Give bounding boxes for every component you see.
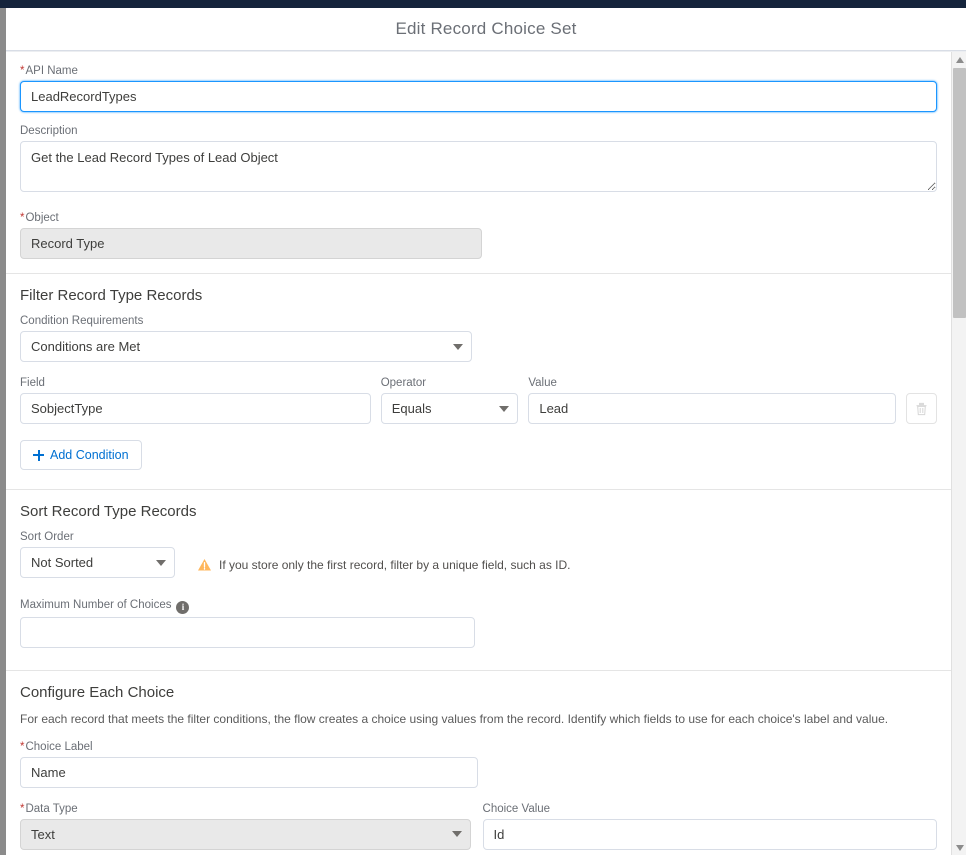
filter-value-label: Value	[528, 377, 557, 389]
description-label: Description	[20, 125, 78, 137]
required-marker: *	[20, 212, 25, 224]
filter-condition-row: Field Operator Equals Value	[20, 376, 938, 424]
object-label: *Object	[20, 212, 59, 224]
modal-body: *API Name Description Get the Lead Recor…	[6, 51, 966, 855]
required-marker: *	[20, 65, 25, 77]
sort-warning: If you store only the first record, filt…	[197, 558, 571, 578]
data-type-value: Text	[20, 818, 471, 850]
scrollbar-thumb[interactable]	[953, 68, 966, 318]
sort-warning-text: If you store only the first record, filt…	[219, 558, 571, 572]
sort-order-select[interactable]: Not Sorted	[20, 547, 175, 578]
warning-triangle-icon	[198, 559, 211, 571]
configure-section-description: For each record that meets the filter co…	[20, 711, 889, 726]
scroll-content: *API Name Description Get the Lead Recor…	[6, 52, 951, 855]
configure-section-title: Configure Each Choice	[20, 683, 175, 701]
filter-operator-select[interactable]: Equals	[380, 393, 519, 424]
description-block: Description Get the Lead Record Types of…	[6, 120, 951, 205]
filter-value-input[interactable]	[528, 393, 897, 424]
data-type-row: *Data Type Text Choice Value	[20, 802, 937, 850]
required-marker: *	[20, 802, 25, 815]
vertical-scrollbar[interactable]	[951, 52, 966, 855]
window-chrome-bar	[0, 0, 966, 8]
scroll-up-button[interactable]	[952, 52, 966, 67]
add-condition-button[interactable]: Add Condition	[20, 440, 142, 470]
condition-requirements-select[interactable]: Conditions are Met	[20, 331, 472, 362]
filter-section-title: Filter Record Type Records	[20, 287, 203, 304]
sort-section-title: Sort Record Type Records	[20, 503, 197, 520]
description-textarea[interactable]: Get the Lead Record Types of Lead Object	[20, 141, 937, 192]
api-name-label: *API Name	[20, 65, 78, 77]
configure-section: Configure Each Choice For each record th…	[6, 671, 951, 855]
max-choices-input[interactable]	[20, 616, 475, 648]
object-block: *Object Record Type	[6, 205, 951, 273]
data-type-select: Text	[20, 818, 471, 850]
max-choices-label: Maximum Number of Choices i	[20, 598, 475, 614]
modal-header: Edit Record Choice Set	[6, 8, 966, 51]
plus-icon	[33, 449, 44, 461]
data-type-label: *Data Type	[20, 802, 78, 815]
required-marker: *	[20, 740, 25, 753]
filter-field-label: Field	[20, 377, 45, 389]
sort-section: Sort Record Type Records Sort Order Not …	[6, 490, 951, 658]
edit-record-choice-set-modal: Edit Record Choice Set *API Name Descrip…	[6, 8, 966, 855]
filter-section: Filter Record Type Records Condition Req…	[6, 274, 951, 476]
delete-condition-button[interactable]	[906, 393, 938, 424]
sort-order-value: Not Sorted	[20, 547, 175, 578]
choice-value-label: Choice Value	[482, 802, 551, 815]
object-input: Record Type	[20, 228, 482, 259]
choice-label-label: *Choice Label	[20, 740, 93, 753]
filter-operator-label: Operator	[380, 377, 427, 389]
sort-order-row: Sort Order Not Sorted If you store only …	[20, 530, 937, 578]
info-icon[interactable]: i	[176, 600, 190, 614]
filter-operator-value: Equals	[380, 393, 519, 424]
condition-requirements-value: Conditions are Met	[20, 331, 472, 362]
choice-value-input[interactable]	[482, 818, 937, 850]
condition-requirements-label: Condition Requirements	[20, 315, 144, 327]
caret-up-icon	[955, 56, 964, 63]
api-name-input[interactable]	[20, 81, 937, 112]
app-root: Edit Record Choice Set *API Name Descrip…	[0, 0, 966, 855]
choice-label-input[interactable]	[20, 756, 478, 788]
filter-field-input[interactable]	[20, 393, 371, 424]
scroll-down-button[interactable]	[952, 840, 966, 855]
trash-icon	[916, 402, 927, 415]
api-name-block: *API Name	[6, 52, 951, 120]
page-title: Edit Record Choice Set	[395, 19, 577, 38]
add-condition-label: Add Condition	[50, 448, 129, 462]
caret-down-icon	[955, 844, 964, 851]
sort-order-label: Sort Order	[20, 531, 74, 543]
